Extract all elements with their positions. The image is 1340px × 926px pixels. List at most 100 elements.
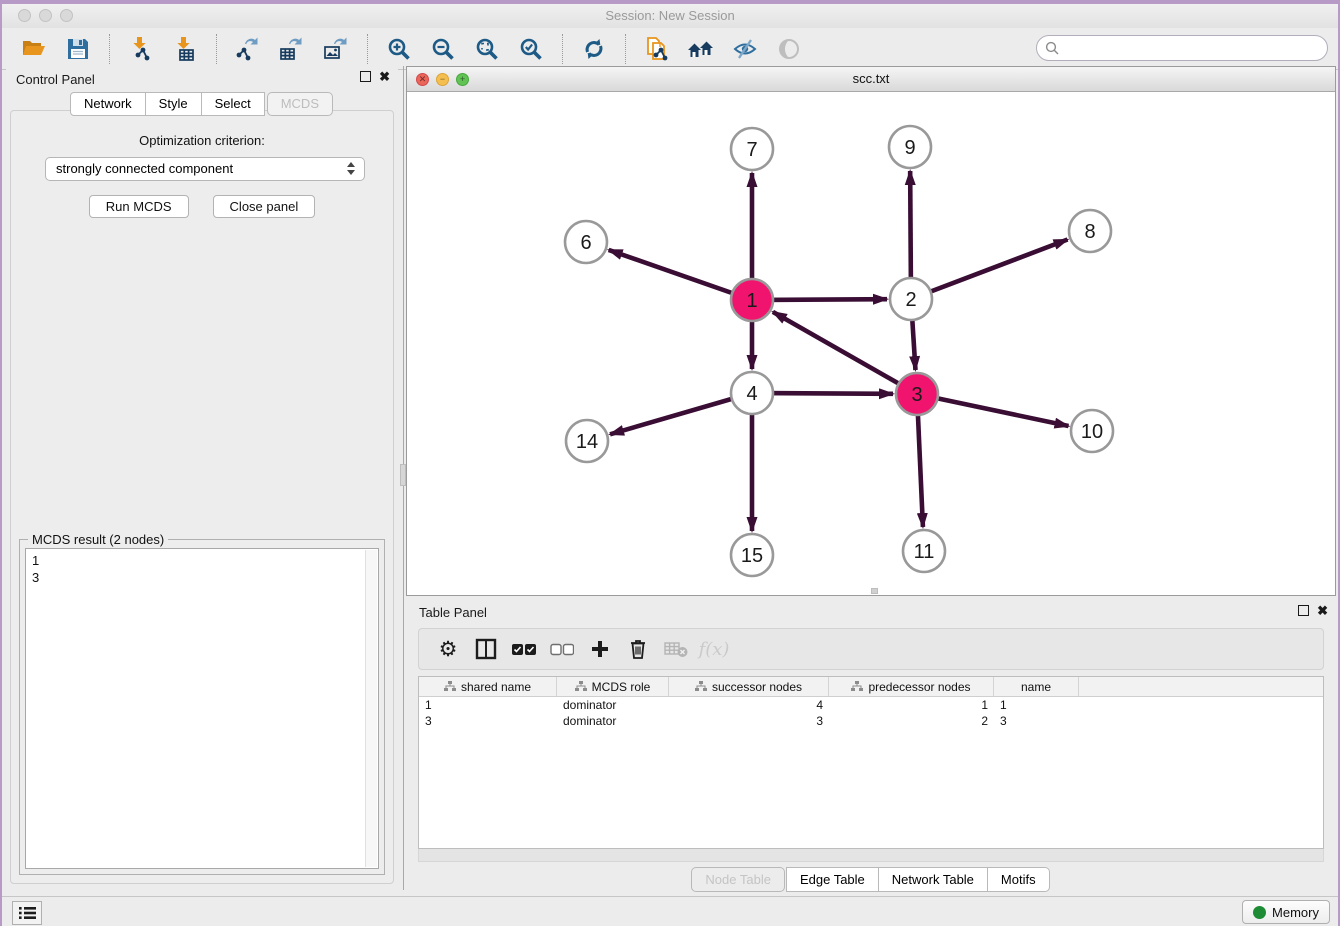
float-table-panel-icon[interactable] — [1298, 605, 1309, 616]
column-header-name[interactable]: name — [994, 677, 1079, 696]
result-scrollbar[interactable] — [365, 550, 377, 867]
graph-node-11[interactable]: 11 — [903, 530, 945, 572]
apply-layout-icon[interactable] — [579, 34, 609, 64]
close-panel-icon[interactable]: ✖ — [379, 71, 390, 83]
criterion-select[interactable]: strongly connected component — [45, 157, 365, 181]
network-view-window: ✕ − + scc.txt 7 9 6 8 1 2 4 3 14 10 15 11 — [406, 66, 1336, 596]
split-panel-icon[interactable] — [473, 636, 499, 662]
graph-edge-3-10[interactable] — [917, 394, 1069, 426]
graph-edge-2-8[interactable] — [911, 240, 1068, 299]
criterion-value: strongly connected component — [56, 161, 233, 176]
column-header-successor-nodes[interactable]: successor nodes — [669, 677, 829, 696]
tab-motifs[interactable]: Motifs — [987, 867, 1050, 892]
minimize-window-icon[interactable] — [39, 9, 52, 22]
export-image-icon[interactable] — [321, 34, 351, 64]
table-cell: dominator — [557, 713, 669, 729]
table-panel-title: Table Panel — [419, 605, 487, 620]
table-cell: 2 — [829, 713, 994, 729]
zoom-in-icon[interactable] — [384, 34, 414, 64]
import-table-icon[interactable] — [170, 34, 200, 64]
tab-network[interactable]: Network — [70, 92, 146, 116]
column-header-predecessor-nodes[interactable]: predecessor nodes — [829, 677, 994, 696]
search-input[interactable] — [1060, 38, 1327, 58]
table-tabs: Node TableEdge TableNetwork TableMotifs — [406, 867, 1336, 892]
add-column-icon[interactable] — [587, 636, 613, 662]
graph-node-7[interactable]: 7 — [731, 128, 773, 170]
table-cell: dominator — [557, 697, 669, 713]
hide-selected-icon[interactable] — [730, 34, 760, 64]
clone-network-icon[interactable] — [642, 34, 672, 64]
first-neighbors-icon[interactable] — [686, 34, 716, 64]
export-table-icon[interactable] — [277, 34, 307, 64]
control-panel-header: Control Panel ✖ — [6, 66, 398, 92]
column-label: predecessor nodes — [868, 680, 970, 694]
close-table-panel-icon[interactable]: ✖ — [1317, 605, 1328, 617]
tab-node-table[interactable]: Node Table — [691, 867, 785, 892]
import-network-icon[interactable] — [126, 34, 156, 64]
graph-edge-3-1[interactable] — [773, 312, 917, 394]
select-stepper-icon — [347, 162, 356, 175]
canvas-resize-handle[interactable] — [871, 588, 878, 594]
graph-node-14[interactable]: 14 — [566, 420, 608, 462]
toolbar-separator — [367, 34, 368, 64]
mcds-panel: Optimization criterion: strongly connect… — [10, 110, 394, 884]
table-cell: 4 — [669, 697, 829, 713]
column-header-shared-name[interactable]: shared name — [419, 677, 557, 696]
table-row[interactable]: 1dominator411 — [419, 697, 1323, 713]
graph-edge-1-6[interactable] — [609, 250, 752, 300]
select-all-columns-icon[interactable] — [511, 636, 537, 662]
zoom-fit-icon[interactable] — [472, 34, 502, 64]
tab-edge-table[interactable]: Edge Table — [786, 867, 879, 892]
control-panel: Control Panel ✖ NetworkStyleSelectMCDS O… — [6, 66, 398, 890]
column-label: MCDS role — [592, 680, 651, 694]
network-canvas[interactable]: 7 9 6 8 1 2 4 3 14 10 15 11 — [407, 92, 1335, 595]
column-header-MCDS-role[interactable]: MCDS role — [557, 677, 669, 696]
graph-node-6[interactable]: 6 — [565, 221, 607, 263]
table-cell: 3 — [669, 713, 829, 729]
open-session-icon[interactable] — [19, 34, 49, 64]
table-cell: 3 — [994, 713, 1079, 729]
network-close-icon[interactable]: ✕ — [416, 73, 429, 86]
search-box[interactable] — [1036, 35, 1328, 61]
svg-text:10: 10 — [1081, 421, 1103, 443]
float-panel-icon[interactable] — [360, 71, 371, 82]
network-maximize-icon[interactable]: + — [456, 73, 469, 86]
deselect-all-columns-icon[interactable] — [549, 636, 575, 662]
close-panel-button[interactable]: Close panel — [213, 195, 316, 218]
tab-network-table[interactable]: Network Table — [878, 867, 988, 892]
table-row[interactable]: 3dominator323 — [419, 713, 1323, 729]
table-settings-gear-icon[interactable]: ⚙ — [435, 636, 461, 662]
zoom-selected-icon[interactable] — [516, 34, 546, 64]
delete-column-icon[interactable] — [625, 636, 651, 662]
graph-node-1[interactable]: 1 — [731, 279, 773, 321]
search-icon — [1045, 41, 1060, 56]
app-title: Session: New Session — [2, 4, 1338, 28]
table-header-row: shared name MCDS role successor nodes prede… — [419, 677, 1323, 697]
graph-node-2[interactable]: 2 — [890, 278, 932, 320]
graph-node-8[interactable]: 8 — [1069, 210, 1111, 252]
mcds-result-text[interactable]: 1 3 — [25, 548, 379, 869]
run-mcds-button[interactable]: Run MCDS — [89, 195, 189, 218]
maximize-window-icon[interactable] — [60, 9, 73, 22]
task-history-button[interactable] — [12, 901, 42, 925]
table-toolbar: ⚙f(x) — [418, 628, 1324, 670]
network-titlebar[interactable]: ✕ − + scc.txt — [407, 67, 1335, 92]
tab-mcds[interactable]: MCDS — [267, 92, 333, 116]
toolbar-separator — [109, 34, 110, 64]
export-network-icon[interactable] — [233, 34, 263, 64]
tab-select[interactable]: Select — [201, 92, 265, 116]
graph-node-10[interactable]: 10 — [1071, 410, 1113, 452]
graph-node-9[interactable]: 9 — [889, 126, 931, 168]
save-session-icon[interactable] — [63, 34, 93, 64]
svg-text:14: 14 — [576, 431, 598, 453]
graph-node-15[interactable]: 15 — [731, 534, 773, 576]
graph-node-3[interactable]: 3 — [896, 373, 938, 415]
close-window-icon[interactable] — [18, 9, 31, 22]
zoom-out-icon[interactable] — [428, 34, 458, 64]
network-minimize-icon[interactable]: − — [436, 73, 449, 86]
memory-button[interactable]: Memory — [1242, 900, 1330, 924]
tab-style[interactable]: Style — [145, 92, 202, 116]
table-cell: 3 — [419, 713, 557, 729]
graph-node-4[interactable]: 4 — [731, 372, 773, 414]
svg-text:4: 4 — [746, 383, 757, 405]
